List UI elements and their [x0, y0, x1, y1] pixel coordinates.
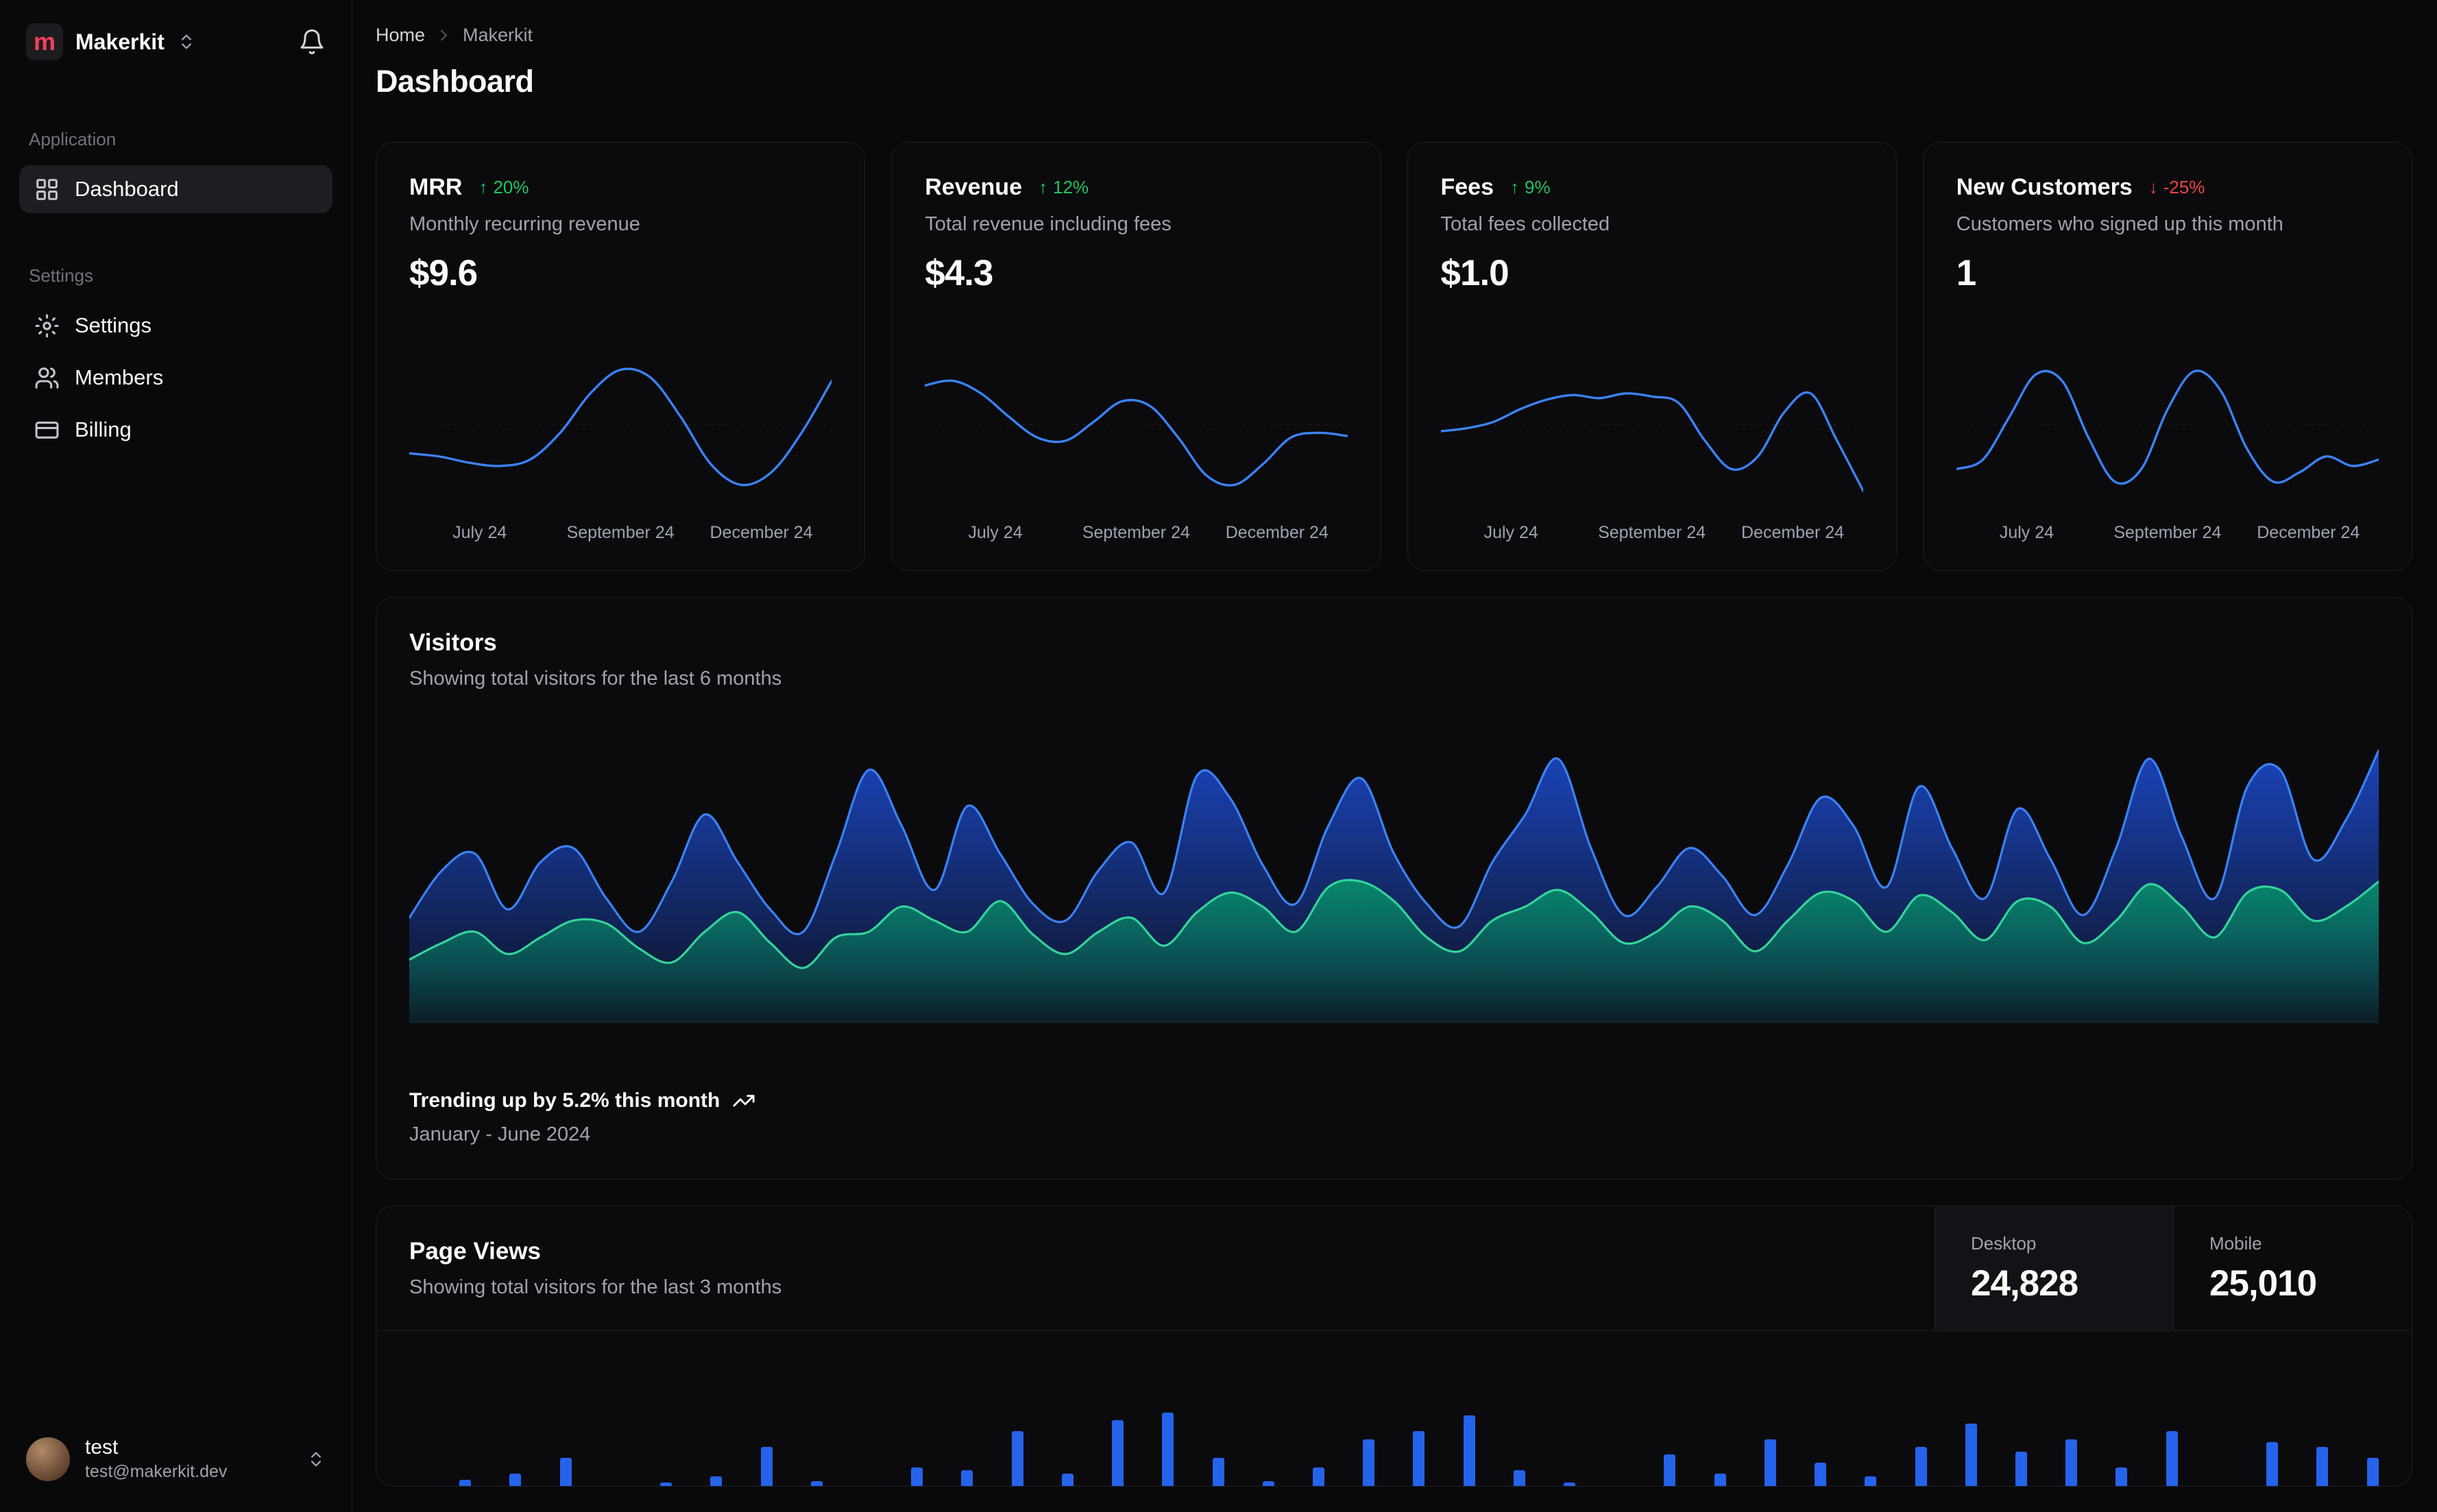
page-views-title: Page Views: [409, 1238, 541, 1265]
revenue-sparkline-chart: [925, 339, 1347, 511]
sidebar-item-label: Members: [75, 365, 164, 389]
trend-arrow-icon: ↑: [1038, 177, 1047, 197]
avatar: [26, 1437, 70, 1481]
credit-card-icon: [35, 421, 59, 439]
stat-cards-row: MRR ↑ 20% Monthly recurring revenue $9.6 …: [376, 142, 2412, 571]
makerkit-logo[interactable]: m: [26, 23, 63, 60]
page-views-subtitle: Showing total visitors for the last 3 mo…: [409, 1276, 782, 1298]
visitors-trend-text: Trending up by 5.2% this month: [409, 1089, 720, 1112]
visitors-subtitle: Showing total visitors for the last 6 mo…: [409, 668, 782, 690]
new-customers-sparkline-chart: [1956, 339, 2379, 511]
x-axis-labels: July 24 September 24 December 24: [452, 523, 813, 542]
user-menu[interactable]: test test@makerkit.dev: [19, 1429, 332, 1489]
breadcrumb-current[interactable]: Makerkit: [463, 25, 533, 46]
visitors-title: Visitors: [409, 629, 497, 656]
sidebar-item-label: Dashboard: [75, 177, 179, 201]
stat-value: $1.0: [1440, 253, 1510, 293]
gear-icon: [35, 314, 59, 337]
page-views-header: Page Views Showing total visitors for th…: [376, 1206, 2412, 1331]
stat-title: MRR: [409, 174, 463, 200]
stat-card-fees: Fees ↑ 9% Total fees collected $1.0 July …: [1407, 142, 1897, 571]
page-views-card: Page Views Showing total visitors for th…: [376, 1206, 2412, 1487]
desktop-value: 24,828: [1971, 1263, 2078, 1304]
stat-card-new-customers: New Customers ↓ -25% Customers who signed…: [1922, 142, 2412, 571]
sidebar-item-members[interactable]: Members: [19, 354, 332, 402]
workspace-name: Makerkit: [75, 29, 165, 54]
user-meta: test test@makerkit.dev: [85, 1436, 227, 1482]
sidebar-item-settings[interactable]: Settings: [19, 302, 332, 350]
visitors-footer: Trending up by 5.2% this month January -…: [409, 1089, 2379, 1146]
desktop-stat-toggle[interactable]: Desktop 24,828: [1935, 1206, 2173, 1330]
sidebar: m Makerkit Application Dashboard Setting…: [0, 0, 352, 1512]
stat-value: $4.3: [925, 253, 993, 293]
trend-arrow-icon: ↑: [478, 177, 488, 197]
sidebar-item-dashboard[interactable]: Dashboard: [19, 165, 332, 213]
mobile-value: 25,010: [2209, 1263, 2317, 1304]
stat-delta: ↓ -25%: [2148, 177, 2205, 197]
stat-value: 1: [1956, 253, 1976, 293]
stat-title: New Customers: [1956, 174, 2133, 200]
desktop-label: Desktop: [1971, 1232, 2037, 1254]
trending-up-icon: [733, 1095, 755, 1107]
trend-arrow-icon: ↓: [2148, 177, 2158, 197]
chevrons-up-down-icon[interactable]: [306, 1450, 326, 1469]
layout-grid-icon: [36, 178, 58, 200]
sidebar-item-label: Settings: [75, 313, 152, 337]
sidebar-item-label: Billing: [75, 417, 132, 441]
stat-subtitle: Customers who signed up this month: [1956, 213, 2283, 235]
mobile-label: Mobile: [2209, 1232, 2262, 1254]
stat-delta: ↑ 12%: [1038, 177, 1089, 197]
stat-card-mrr: MRR ↑ 20% Monthly recurring revenue $9.6 …: [376, 142, 866, 571]
chevrons-up-down-icon[interactable]: [177, 32, 196, 51]
workspace-switcher[interactable]: m Makerkit: [19, 23, 332, 60]
stat-card-revenue: Revenue ↑ 12% Total revenue including fee…: [891, 142, 1381, 571]
stat-value: $9.6: [409, 253, 478, 293]
x-axis-labels: July 24 September 24 December 24: [968, 523, 1329, 542]
x-axis-labels: July 24 September 24 December 24: [1999, 523, 2360, 542]
sidebar-item-billing[interactable]: Billing: [19, 406, 332, 454]
user-email: test@makerkit.dev: [85, 1462, 228, 1481]
visitors-area-chart: [409, 729, 2379, 1023]
breadcrumb-home[interactable]: Home: [376, 25, 425, 46]
stat-delta: ↑ 20%: [478, 177, 529, 197]
stat-title: Revenue: [925, 174, 1022, 200]
section-label-settings: Settings: [29, 265, 93, 286]
bell-icon[interactable]: [298, 28, 326, 56]
stat-subtitle: Total revenue including fees: [925, 213, 1172, 235]
visitors-card: Visitors Showing total visitors for the …: [376, 597, 2412, 1180]
fees-sparkline-chart: [1441, 339, 1863, 511]
trend-arrow-icon: ↑: [1510, 177, 1519, 197]
stat-subtitle: Monthly recurring revenue: [409, 213, 640, 235]
breadcrumb: Home Makerkit: [376, 25, 2412, 46]
page-views-bar-chart: [409, 1331, 2379, 1486]
user-name: test: [85, 1436, 119, 1459]
stat-title: Fees: [1440, 174, 1494, 200]
chevron-right-icon: [435, 26, 453, 45]
section-label-application: Application: [29, 129, 117, 149]
users-icon: [35, 367, 59, 389]
stat-delta: ↑ 9%: [1510, 177, 1551, 197]
mobile-stat-toggle[interactable]: Mobile 25,010: [2173, 1206, 2412, 1330]
x-axis-labels: July 24 September 24 December 24: [1483, 523, 1845, 542]
main-content: Home Makerkit Dashboard MRR ↑ 20% Monthly…: [352, 0, 2437, 1512]
mrr-sparkline-chart: [409, 339, 832, 511]
stat-subtitle: Total fees collected: [1440, 213, 1610, 235]
page-title: Dashboard: [376, 64, 534, 99]
visitors-date-range: January - June 2024: [409, 1123, 591, 1145]
